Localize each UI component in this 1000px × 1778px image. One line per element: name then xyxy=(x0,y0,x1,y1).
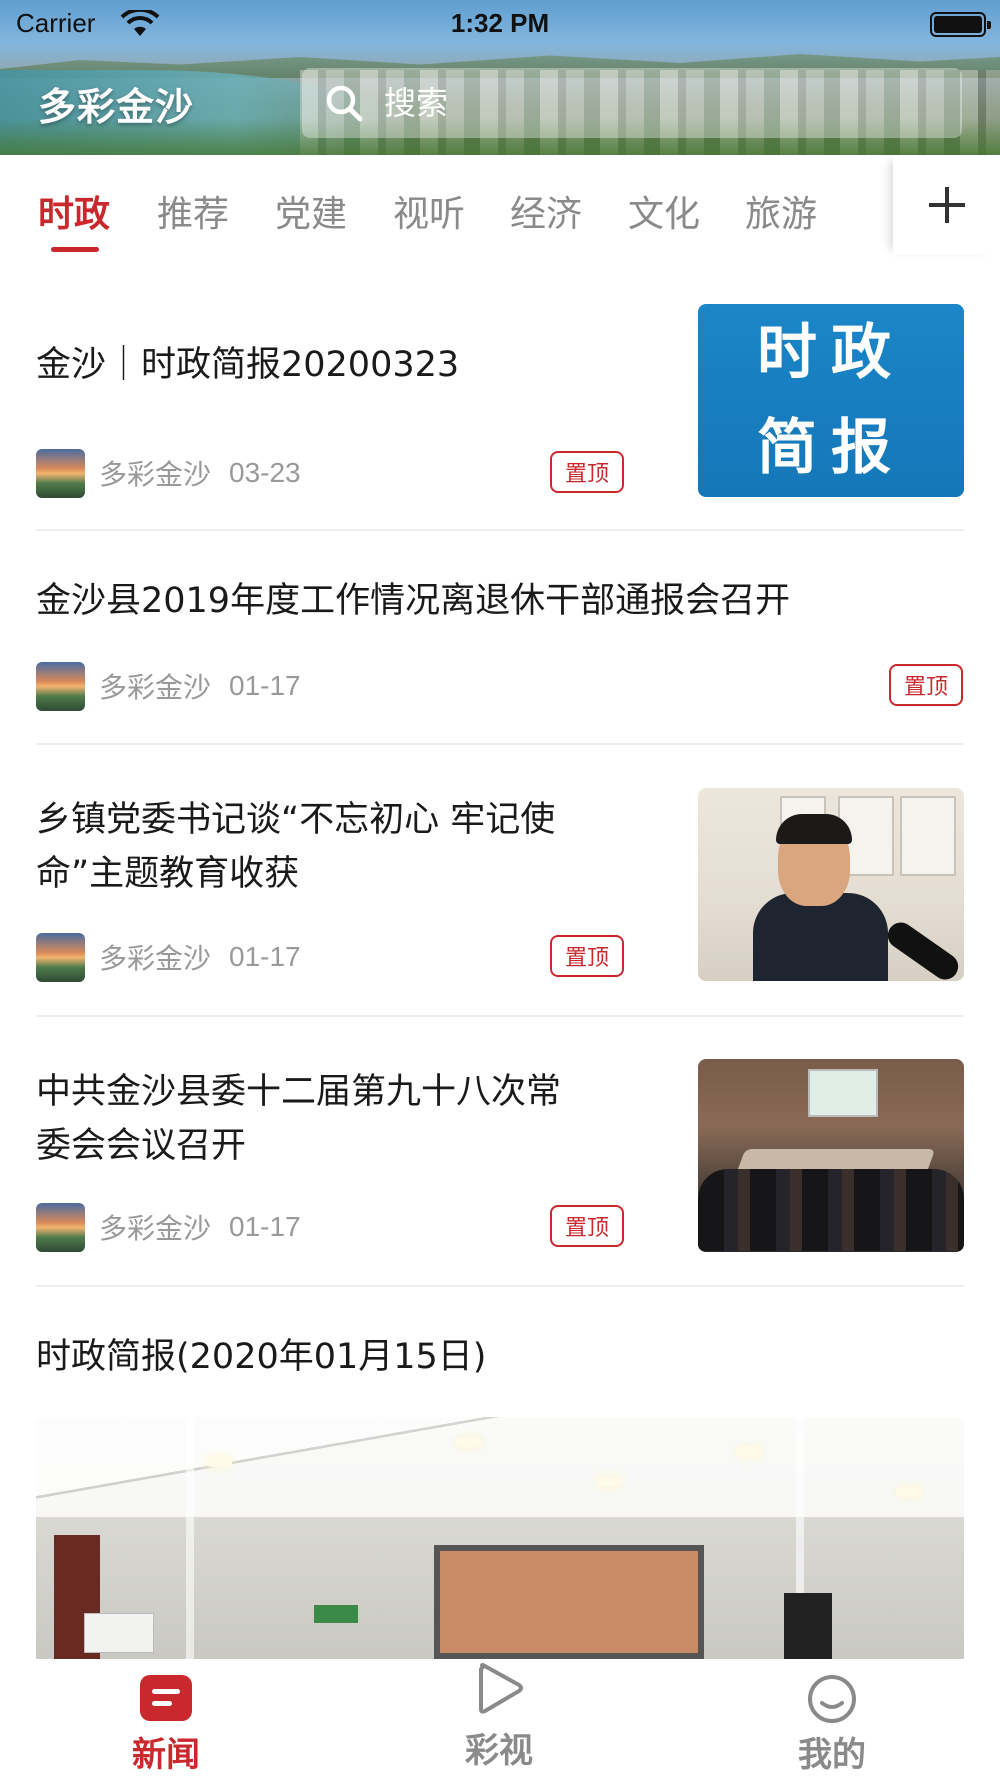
tab-audiovisual[interactable]: 视听 xyxy=(393,185,465,237)
article-source: 多彩金沙 xyxy=(99,671,212,704)
article-thumbnail xyxy=(698,1059,964,1252)
article-card[interactable]: 乡镇党委书记谈“不忘初心 牢记使 命”主题教育收获 多彩金沙 01-17 置顶 xyxy=(36,744,964,1017)
smiley-icon xyxy=(808,1675,856,1723)
pinned-badge: 置顶 xyxy=(550,1205,624,1247)
article-title: 金沙县2019年度工作情况离退休干部通报会召开 xyxy=(36,581,791,621)
header-banner: Carrier 1:32 PM 多彩金沙 xyxy=(0,0,1000,155)
add-channel-button[interactable] xyxy=(893,155,1000,255)
app-title: 多彩金沙 xyxy=(38,85,195,129)
nav-video-label: 彩视 xyxy=(465,1731,533,1771)
clock: 1:32 PM xyxy=(450,8,550,38)
source-avatar xyxy=(36,932,85,982)
search-icon xyxy=(326,85,363,122)
news-icon xyxy=(140,1675,192,1721)
article-title: 金沙｜时政简报20200323 xyxy=(36,345,460,385)
article-card[interactable]: 中共金沙县委十二届第九十八次常 委会会议召开 多彩金沙 01-17 置顶 xyxy=(36,1016,964,1287)
article-meta: 多彩金沙 01-17 xyxy=(36,932,301,982)
app-screen: Carrier 1:32 PM 多彩金沙 时政 推荐 党建 视听 经济 文化 旅… xyxy=(0,0,1000,1778)
tab-party[interactable]: 党建 xyxy=(275,185,347,237)
article-date: 01-17 xyxy=(229,1211,301,1242)
nav-profile[interactable]: 我的 xyxy=(772,1659,892,1778)
article-meta: 多彩金沙 01-17 xyxy=(36,661,301,711)
tab-culture[interactable]: 文化 xyxy=(628,185,700,237)
article-meta: 多彩金沙 03-23 xyxy=(36,448,301,498)
nav-news-label: 新闻 xyxy=(132,1735,200,1775)
article-cover-image[interactable] xyxy=(36,1417,964,1659)
article-card[interactable]: 时政简报(2020年01月15日) xyxy=(36,1286,964,1417)
article-title: 时政简报(2020年01月15日) xyxy=(36,1337,487,1377)
status-bar: Carrier 1:32 PM xyxy=(0,0,1000,48)
nav-news[interactable]: 新闻 xyxy=(106,1659,226,1778)
tab-recommend[interactable]: 推荐 xyxy=(157,185,229,237)
tab-economy[interactable]: 经济 xyxy=(510,185,582,237)
search-input[interactable] xyxy=(384,84,924,122)
thumbnail-text-line: 简报 xyxy=(757,412,905,483)
nav-video[interactable]: 彩视 xyxy=(439,1659,559,1778)
article-title: 乡镇党委书记谈“不忘初心 牢记使 命”主题教育收获 xyxy=(36,800,556,894)
channel-tabs: 时政 推荐 党建 视听 经济 文化 旅游 xyxy=(0,155,1000,265)
battery-icon xyxy=(930,12,991,37)
pinned-badge: 置顶 xyxy=(550,451,624,493)
article-meta: 多彩金沙 01-17 xyxy=(36,1202,301,1252)
nav-profile-label: 我的 xyxy=(798,1735,866,1775)
bottom-tab-bar: 新闻 彩视 我的 xyxy=(0,1659,1000,1778)
tab-politics[interactable]: 时政 xyxy=(38,185,110,237)
pinned-badge: 置顶 xyxy=(889,664,963,706)
pinned-badge: 置顶 xyxy=(550,935,624,977)
thumbnail-text-line: 时政 xyxy=(757,317,905,388)
article-date: 01-17 xyxy=(229,670,301,701)
article-title: 中共金沙县委十二届第九十八次常 委会会议召开 xyxy=(36,1072,562,1166)
article-card[interactable]: 金沙｜时政简报20200323 多彩金沙 03-23 置顶 时政 简报 xyxy=(36,303,964,531)
article-source: 多彩金沙 xyxy=(99,1212,212,1245)
source-avatar xyxy=(36,1202,85,1252)
tab-travel[interactable]: 旅游 xyxy=(745,185,817,237)
active-tab-indicator xyxy=(51,247,99,252)
plus-icon xyxy=(928,187,965,223)
article-source: 多彩金沙 xyxy=(99,458,212,491)
source-avatar xyxy=(36,448,85,498)
article-source: 多彩金沙 xyxy=(99,942,212,975)
source-avatar xyxy=(36,661,85,711)
article-thumbnail xyxy=(698,788,964,981)
article-date: 03-23 xyxy=(229,457,301,488)
article-card[interactable]: 金沙县2019年度工作情况离退休干部通报会召开 多彩金沙 01-17 置顶 xyxy=(36,530,964,745)
play-icon xyxy=(479,1663,523,1714)
article-thumbnail: 时政 简报 xyxy=(698,304,964,497)
search-bar[interactable] xyxy=(302,68,962,138)
article-date: 01-17 xyxy=(229,941,301,972)
